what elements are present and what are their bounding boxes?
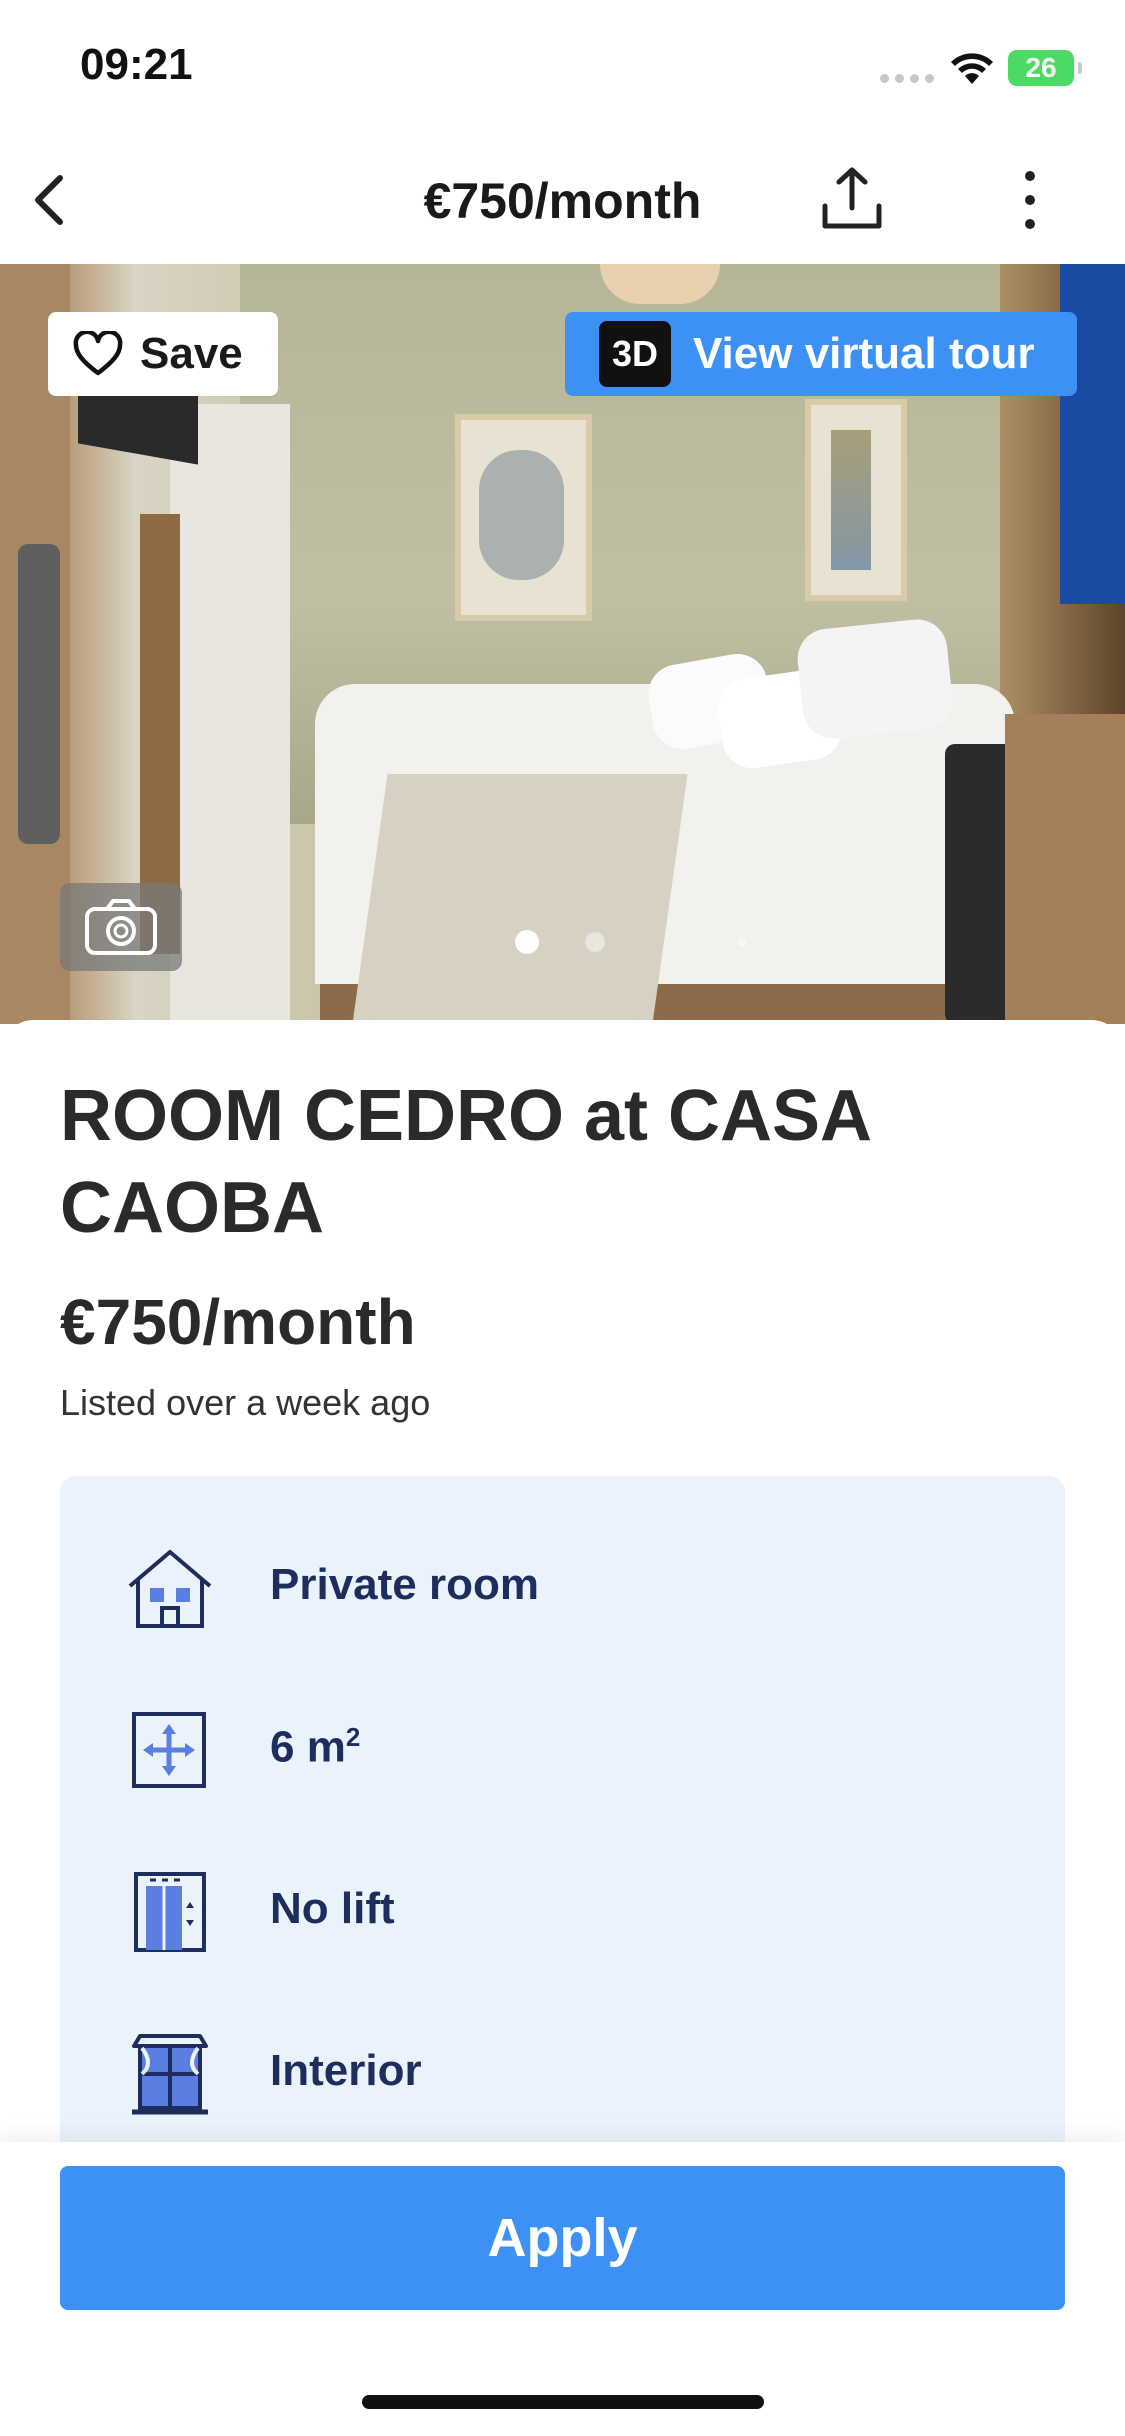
cellular-signal-icon — [880, 74, 934, 83]
nav-bar: €750/month — [0, 140, 1125, 264]
status-bar: 09:21 26 — [0, 0, 1125, 140]
listing-title: ROOM CEDRO at CASA CAOBA — [60, 1076, 870, 1248]
pagination-dot — [737, 938, 746, 947]
listing-price: €750/month — [60, 1286, 416, 1358]
photo-pagination — [515, 930, 755, 954]
lift-icon — [134, 1872, 206, 1952]
3d-badge: 3D — [599, 321, 671, 387]
home-indicator[interactable] — [362, 2395, 764, 2409]
listing-details: ROOM CEDRO at CASA CAOBA €750/month List… — [0, 1020, 1125, 2176]
battery-level: 26 — [1025, 52, 1057, 83]
virtual-tour-button[interactable]: 3D View virtual tour — [565, 312, 1077, 396]
area-unit-exponent: 2 — [345, 1722, 361, 1752]
virtual-tour-label: View virtual tour — [693, 329, 1035, 378]
feature-row: 6 m2 — [60, 1688, 1065, 1808]
bottom-action-bar: Apply — [0, 2142, 1125, 2436]
nav-title: €750/month — [423, 173, 702, 229]
feature-label: No lift — [270, 1884, 395, 1933]
save-button[interactable]: Save — [48, 312, 278, 396]
camera-icon — [85, 899, 157, 955]
status-time: 09:21 — [80, 40, 193, 89]
battery-icon: 26 — [1008, 50, 1082, 86]
house-icon — [128, 1550, 212, 1628]
feature-label: 6 m2 — [270, 1722, 360, 1773]
photos-button[interactable] — [60, 883, 182, 971]
save-label: Save — [140, 329, 243, 378]
apply-button[interactable]: Apply — [60, 2166, 1065, 2310]
pagination-dot — [515, 930, 539, 954]
pagination-dot — [585, 932, 605, 952]
feature-label: Interior — [270, 2046, 422, 2095]
share-icon — [822, 167, 882, 229]
window-icon — [132, 2034, 208, 2115]
feature-label: Private room — [270, 1560, 539, 1609]
heart-icon — [73, 331, 123, 376]
area-icon — [132, 1712, 206, 1788]
listed-date: Listed over a week ago — [60, 1382, 431, 1423]
more-vertical-icon — [1025, 171, 1035, 229]
wifi-icon — [948, 50, 996, 91]
feature-row: Interior — [60, 2012, 1065, 2132]
feature-row: Private room — [60, 1526, 1065, 1646]
feature-row: No lift — [60, 1850, 1065, 1970]
more-options-button[interactable] — [1010, 164, 1050, 238]
area-value: 6 m — [270, 1722, 346, 1772]
features-panel: Private room 6 m2 No lift Interior — [60, 1476, 1065, 2176]
share-button[interactable] — [815, 162, 889, 236]
